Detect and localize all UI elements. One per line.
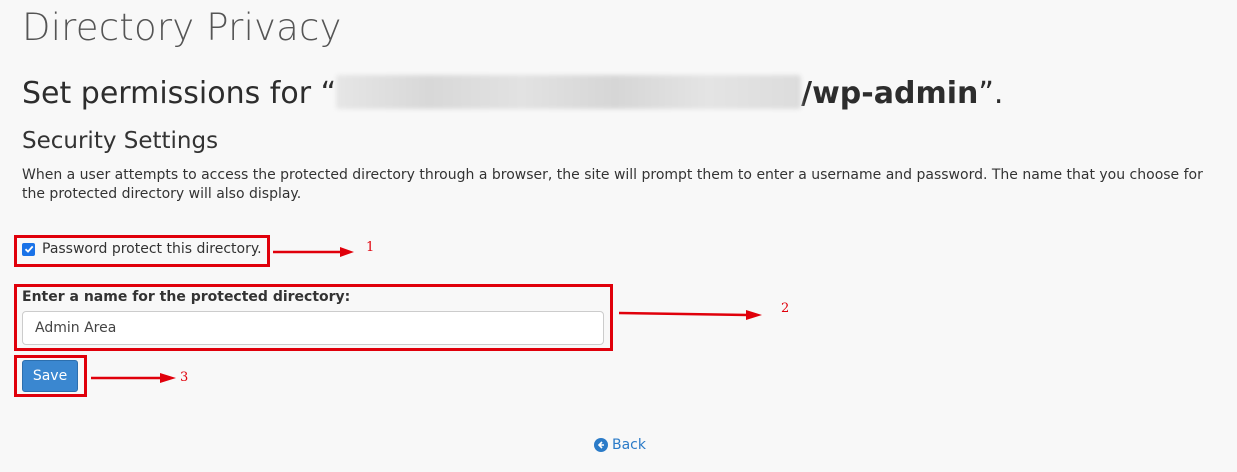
- annotation-arrow-3: [91, 373, 176, 383]
- permissions-heading: Set permissions for “ /wp-admin”.: [22, 74, 1004, 111]
- security-settings-description: When a user attempts to access the prote…: [22, 167, 1203, 202]
- back-link[interactable]: Back: [594, 437, 646, 453]
- annotation-number-1: 1: [366, 240, 375, 255]
- annotation-box-3: [14, 355, 87, 397]
- annotation-box-1: [14, 235, 270, 267]
- permissions-suffix: ”.: [978, 76, 1004, 111]
- page-title: Directory Privacy: [22, 6, 342, 49]
- arrow-circle-left-icon: [594, 438, 608, 452]
- annotation-box-2: [14, 284, 613, 351]
- permissions-path: /wp-admin: [801, 76, 979, 111]
- annotation-arrow-1: [273, 247, 354, 257]
- annotation-arrow-2: [618, 310, 762, 320]
- permissions-prefix: Set permissions for “: [22, 76, 337, 111]
- back-label[interactable]: Back: [612, 437, 646, 453]
- annotation-number-2: 2: [781, 301, 790, 316]
- security-settings-title: Security Settings: [22, 128, 219, 154]
- redacted-domain: [336, 74, 802, 109]
- annotation-number-3: 3: [180, 370, 189, 385]
